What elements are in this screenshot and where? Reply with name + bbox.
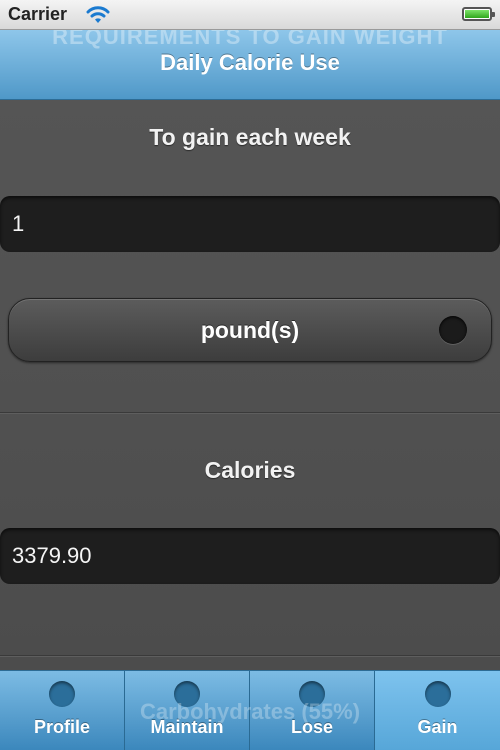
tab-bar: Profile Maintain Lose Gain Carbohydrates…	[0, 670, 500, 750]
calories-label: Calories	[204, 457, 296, 483]
section-divider	[0, 412, 500, 413]
calories-output-field[interactable]: 3379.90	[0, 528, 500, 584]
content-area: To gain each week 1 pound(s) Calories 33…	[0, 100, 500, 670]
wifi-icon	[86, 5, 110, 30]
gain-amount-input[interactable]: 1	[0, 196, 500, 252]
section-divider	[0, 655, 500, 656]
gain-per-week-label: To gain each week	[149, 124, 351, 150]
background-section-text: Carbohydrates (55%)	[139, 699, 361, 724]
header-bar: REQUIREMENTS TO GAIN WEIGHT Daily Calori…	[0, 30, 500, 100]
page-title: Daily Calorie Use	[160, 50, 340, 75]
unit-select-label: pound(s)	[200, 317, 300, 343]
unit-select-button[interactable]: pound(s)	[8, 298, 492, 362]
status-bar: Carrier	[0, 0, 500, 30]
background-title-text: REQUIREMENTS TO GAIN WEIGHT	[52, 30, 448, 49]
carrier-label: Carrier	[8, 4, 68, 24]
battery-icon	[462, 7, 495, 21]
radio-icon	[439, 316, 467, 344]
